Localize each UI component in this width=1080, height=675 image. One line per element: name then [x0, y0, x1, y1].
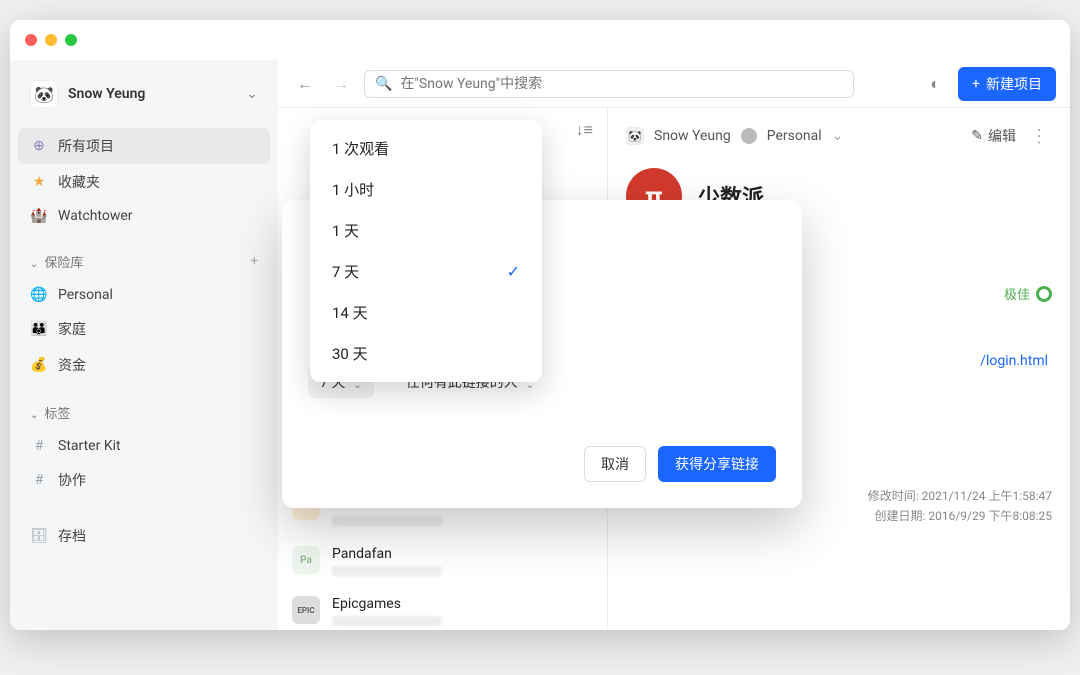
vault-label: Personal — [58, 287, 113, 303]
strength-label: 极佳 — [1004, 284, 1030, 303]
detail-header: 🐼 Snow Yeung Personal ⌄ ✎ 编辑 ⋮ — [626, 118, 1052, 154]
hash-icon: # — [30, 438, 48, 454]
chevron-down-icon: ⌄ — [246, 86, 258, 102]
vaults-section-header[interactable]: ⌄ 保险库 + — [10, 244, 278, 279]
archive-label: 存档 — [58, 526, 86, 546]
dropdown-option[interactable]: 30 天 — [310, 333, 542, 374]
cancel-button[interactable]: 取消 — [584, 446, 646, 482]
sidebar: 🐼 Snow Yeung ⌄ ⊕ 所有项目 ★ 收藏夹 🏰 Watchtower ⌄ 保险库… — [10, 60, 278, 630]
sidebar-nav-item[interactable]: 🏰 Watchtower — [10, 200, 278, 232]
option-label: 1 次观看 — [332, 138, 389, 159]
owner-name: Snow Yeung — [654, 128, 731, 144]
sidebar-nav-item[interactable]: ★ 收藏夹 — [10, 164, 278, 200]
sidebar-archive[interactable]: 🗄 存档 — [10, 518, 278, 554]
account-avatar: 🐼 — [30, 80, 58, 108]
vaults-heading: 保险库 — [44, 256, 83, 271]
dropdown-option[interactable]: 7 天 ✓ — [310, 251, 542, 292]
duration-dropdown: 1 次观看 1 小时 1 天 7 天 ✓ 14 天 30 天 — [310, 120, 542, 382]
hash-icon: # — [30, 472, 48, 488]
dropdown-option[interactable]: 1 天 — [310, 210, 542, 251]
option-label: 1 小时 — [332, 179, 374, 200]
sidebar-vault-item[interactable]: 💰 资金 — [10, 347, 278, 383]
minimize-window-button[interactable] — [45, 34, 57, 46]
archive-icon: 🗄 — [30, 528, 48, 544]
created-timestamp: 创建日期: 2016/9/29 下午8:08:25 — [626, 506, 1052, 526]
sidebar-tag-item[interactable]: # 协作 — [10, 462, 278, 498]
zoom-window-button[interactable] — [65, 34, 77, 46]
sidebar-vault-item[interactable]: 🌐 Personal — [10, 279, 278, 311]
vault-name[interactable]: Personal — [767, 128, 822, 144]
new-item-button[interactable]: + 新建项目 — [958, 67, 1056, 101]
search-input[interactable] — [400, 76, 843, 92]
plus-icon: + — [972, 76, 980, 92]
search-icon: 🔍 — [375, 76, 392, 92]
list-item[interactable]: EPIC Epicgames — [278, 586, 607, 630]
nav-label: Watchtower — [58, 208, 133, 224]
tags-section-header[interactable]: ⌄ 标签 — [10, 395, 278, 430]
vault-icon — [741, 128, 757, 144]
item-subtitle-blurred — [332, 516, 442, 526]
sort-button[interactable]: ↓≡ — [576, 120, 593, 140]
edit-button[interactable]: ✎ 编辑 — [971, 126, 1016, 146]
nav-icon: ⊕ — [30, 138, 48, 154]
edit-label: 编辑 — [988, 126, 1016, 146]
item-subtitle-blurred — [332, 566, 442, 576]
chevron-down-icon: ⌄ — [30, 259, 38, 270]
toolbar: ← → 🔍 ◐ + 新建项目 — [278, 60, 1070, 108]
sidebar-tag-item[interactable]: # Starter Kit — [10, 430, 278, 462]
add-vault-button[interactable]: + — [251, 254, 258, 269]
nav-label: 所有项目 — [58, 136, 114, 156]
titlebar — [10, 20, 1070, 60]
tag-label: Starter Kit — [58, 438, 121, 454]
option-label: 1 天 — [332, 220, 359, 241]
dropdown-option[interactable]: 1 次观看 — [310, 128, 542, 169]
item-icon: EPIC — [292, 596, 320, 624]
back-button[interactable]: ← — [292, 71, 318, 97]
more-menu-button[interactable]: ⋮ — [1026, 126, 1052, 147]
item-icon: Pa — [292, 546, 320, 574]
app-body: 🐼 Snow Yeung ⌄ ⊕ 所有项目 ★ 收藏夹 🏰 Watchtower ⌄ 保险库… — [10, 60, 1070, 630]
option-label: 14 天 — [332, 302, 368, 323]
chevron-down-icon: ⌄ — [832, 128, 844, 144]
sidebar-vault-item[interactable]: 👪 家庭 — [10, 311, 278, 347]
vault-icon: 👪 — [30, 321, 48, 337]
vault-label: 资金 — [58, 355, 86, 375]
app-window: 🐼 Snow Yeung ⌄ ⊕ 所有项目 ★ 收藏夹 🏰 Watchtower ⌄ 保险库… — [10, 20, 1070, 630]
pencil-icon: ✎ — [971, 128, 983, 144]
tags-heading: 标签 — [44, 407, 70, 422]
tag-label: 协作 — [58, 470, 86, 490]
forward-button[interactable]: → — [328, 71, 354, 97]
vault-icon: 💰 — [30, 357, 48, 373]
vault-label: 家庭 — [58, 319, 86, 339]
privacy-icon[interactable]: ◐ — [922, 71, 948, 97]
item-title: Epicgames — [332, 596, 442, 612]
account-name: Snow Yeung — [68, 86, 236, 102]
new-item-label: 新建项目 — [986, 74, 1042, 94]
get-share-link-button[interactable]: 获得分享链接 — [658, 446, 776, 482]
nav-icon: ★ — [30, 174, 48, 190]
check-icon: ✓ — [507, 262, 520, 281]
list-item[interactable]: Pa Pandafan — [278, 536, 607, 586]
sidebar-nav-item[interactable]: ⊕ 所有项目 — [18, 128, 270, 164]
nav-icon: 🏰 — [30, 208, 48, 224]
chevron-down-icon: ⌄ — [30, 410, 38, 421]
owner-avatar-icon: 🐼 — [626, 127, 644, 145]
close-window-button[interactable] — [25, 34, 37, 46]
account-switcher[interactable]: 🐼 Snow Yeung ⌄ — [10, 80, 278, 128]
nav-label: 收藏夹 — [58, 172, 100, 192]
item-title: Pandafan — [332, 546, 442, 562]
strength-ring-icon — [1036, 286, 1052, 302]
item-subtitle-blurred — [332, 616, 442, 626]
vault-icon: 🌐 — [30, 287, 48, 303]
option-label: 7 天 — [332, 261, 359, 282]
traffic-lights — [25, 34, 77, 46]
option-label: 30 天 — [332, 343, 368, 364]
dropdown-option[interactable]: 14 天 — [310, 292, 542, 333]
dropdown-option[interactable]: 1 小时 — [310, 169, 542, 210]
search-field[interactable]: 🔍 — [364, 70, 854, 98]
